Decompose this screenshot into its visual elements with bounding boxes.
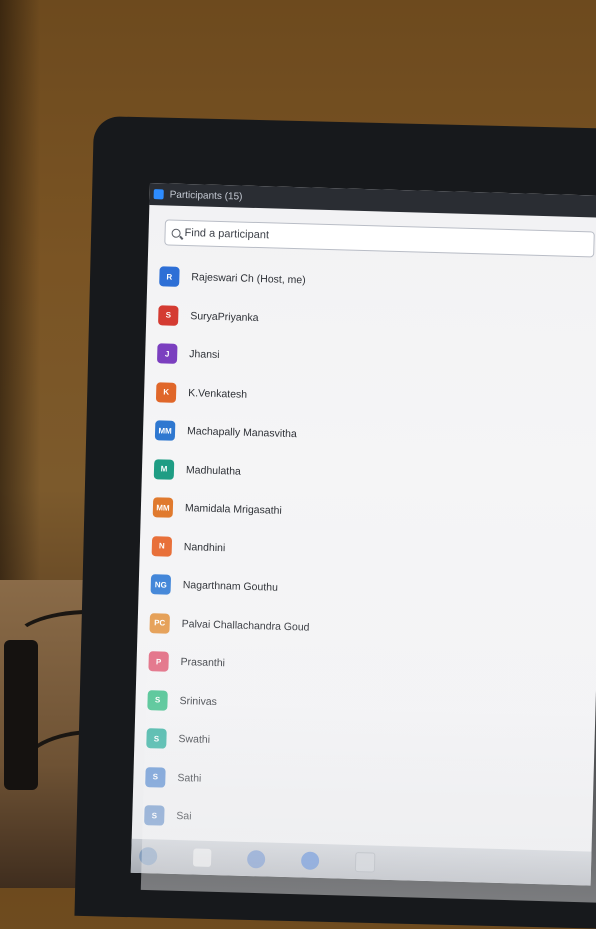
speaker [4, 640, 38, 790]
participant-avatar: K [155, 382, 177, 403]
participant-name: Prasanthi [180, 656, 226, 670]
participant-avatar: R [159, 266, 180, 288]
participant-name: Palvai Challachandra Goud [181, 617, 310, 634]
participant-avatar: P [148, 651, 169, 672]
participant-avatar: S [147, 689, 168, 711]
participant-avatar: MM [154, 420, 176, 442]
participant-avatar: M [153, 458, 175, 480]
search-icon [171, 228, 181, 238]
participant-avatar: N [151, 535, 173, 557]
participant-avatar: PC [149, 612, 170, 634]
search-input[interactable]: Find a participant [164, 219, 595, 258]
participant-name: Mamidala Mrigasathi [184, 502, 282, 518]
participant-avatar: S [144, 805, 165, 826]
monitor-screen: Participants (15) Find a participant R Ra… [130, 183, 596, 886]
participant-name: Swathi [178, 733, 211, 747]
edge-icon[interactable] [300, 851, 320, 870]
file-explorer-icon[interactable] [192, 848, 212, 867]
participant-name: K.Venkatesh [187, 386, 248, 401]
zoom-icon[interactable] [354, 851, 376, 873]
chrome-icon[interactable] [246, 849, 266, 869]
participant-avatar: NG [150, 574, 172, 595]
participant-avatar: S [145, 766, 166, 788]
participant-name: Sai [176, 810, 192, 823]
participant-name: Madhulatha [185, 463, 242, 478]
window-title: Participants (15) [169, 189, 243, 203]
search-placeholder: Find a participant [184, 226, 270, 242]
start-icon[interactable] [138, 846, 158, 866]
participant-name: Rajeswari Ch (Host, me) [191, 271, 306, 287]
participant-name: Machapally Manasvitha [186, 425, 297, 441]
participant-avatar: MM [152, 497, 174, 519]
participant-name: Srinivas [179, 694, 218, 708]
participant-list: R Rajeswari Ch (Host, me) S SuryaPriyanka J J… [144, 257, 596, 847]
participant-name: Nagarthnam Gouthu [182, 579, 279, 594]
participant-name: Nandhini [183, 540, 226, 554]
participant-name: Jhansi [189, 348, 220, 362]
participant-avatar: S [146, 728, 167, 749]
zoom-app-icon [153, 189, 164, 200]
participant-avatar: S [158, 305, 179, 326]
participant-name: SuryaPriyanka [190, 309, 259, 324]
participant-name: Sathi [177, 771, 202, 785]
participant-avatar: J [156, 343, 178, 365]
